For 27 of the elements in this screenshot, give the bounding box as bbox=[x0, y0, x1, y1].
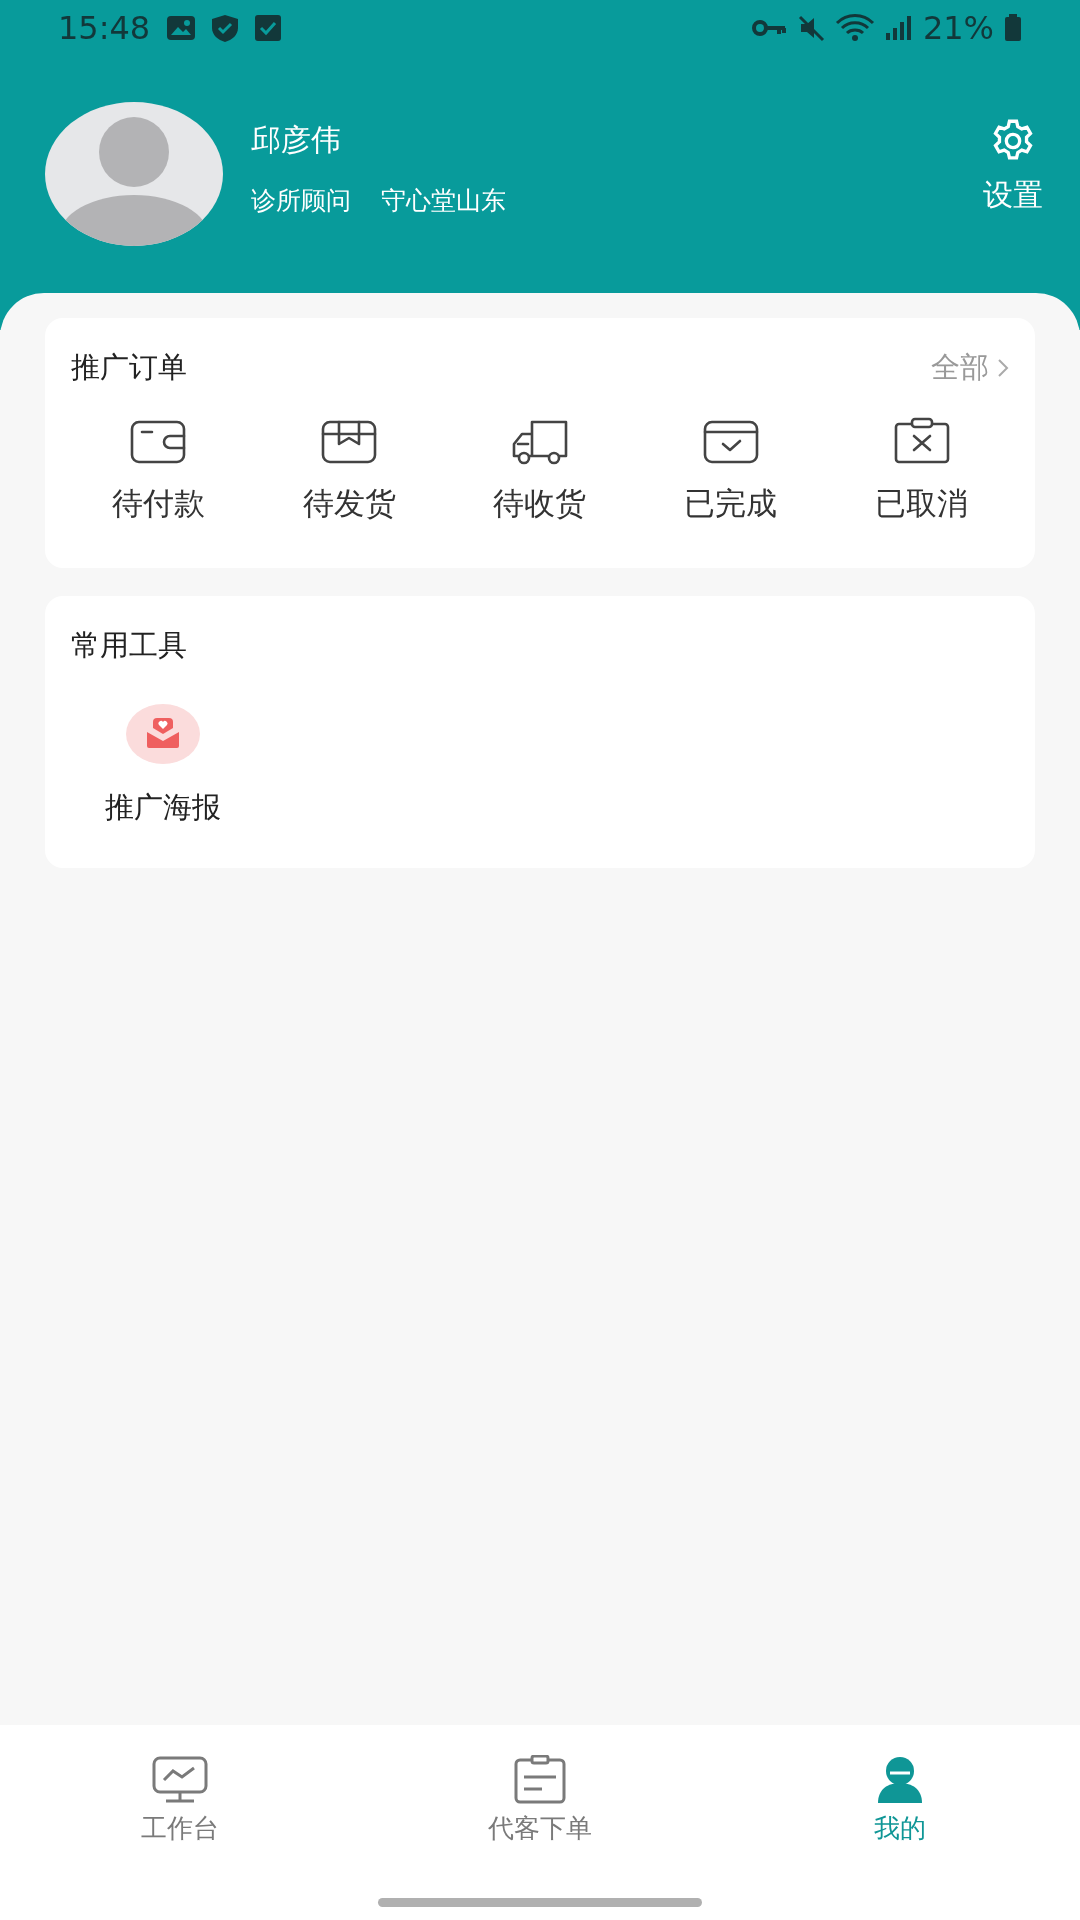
checkbox-icon bbox=[254, 14, 283, 42]
section-title: 推广订单 bbox=[71, 349, 187, 386]
order-status-button[interactable]: 待付款 bbox=[63, 415, 254, 526]
image-icon bbox=[166, 15, 197, 41]
battery-icon bbox=[1004, 14, 1022, 42]
home-indicator[interactable] bbox=[378, 1898, 702, 1907]
monitor-icon bbox=[150, 1755, 210, 1805]
shield-check-icon bbox=[210, 13, 241, 43]
signal-icon bbox=[884, 15, 913, 41]
key-icon bbox=[750, 18, 787, 38]
order-status-button[interactable]: 待发货 bbox=[253, 415, 445, 526]
tab-bar-item[interactable]: 工作台 bbox=[0, 1755, 360, 1848]
tool-button[interactable]: 推广海报 bbox=[63, 703, 263, 829]
mute-icon bbox=[796, 14, 825, 42]
user-role: 诊所顾问 bbox=[251, 185, 351, 217]
organization-name: 守心堂山东 bbox=[381, 185, 506, 217]
tab-bar-item[interactable]: 代客下单 bbox=[360, 1755, 720, 1848]
user-name: 邱彦伟 bbox=[251, 121, 342, 159]
battery-percent: 21% bbox=[922, 8, 994, 49]
status-time: 15:48 bbox=[58, 8, 151, 49]
chevron-right-icon bbox=[997, 356, 1009, 379]
order-status-button[interactable]: 待收货 bbox=[444, 415, 636, 526]
tab-bar-item[interactable]: 我的 bbox=[720, 1755, 1080, 1848]
section-title: 常用工具 bbox=[71, 628, 187, 662]
order-status-button[interactable]: 已取消 bbox=[826, 415, 1017, 526]
order-status-button[interactable]: 已完成 bbox=[635, 415, 827, 526]
wifi-icon bbox=[834, 13, 875, 43]
